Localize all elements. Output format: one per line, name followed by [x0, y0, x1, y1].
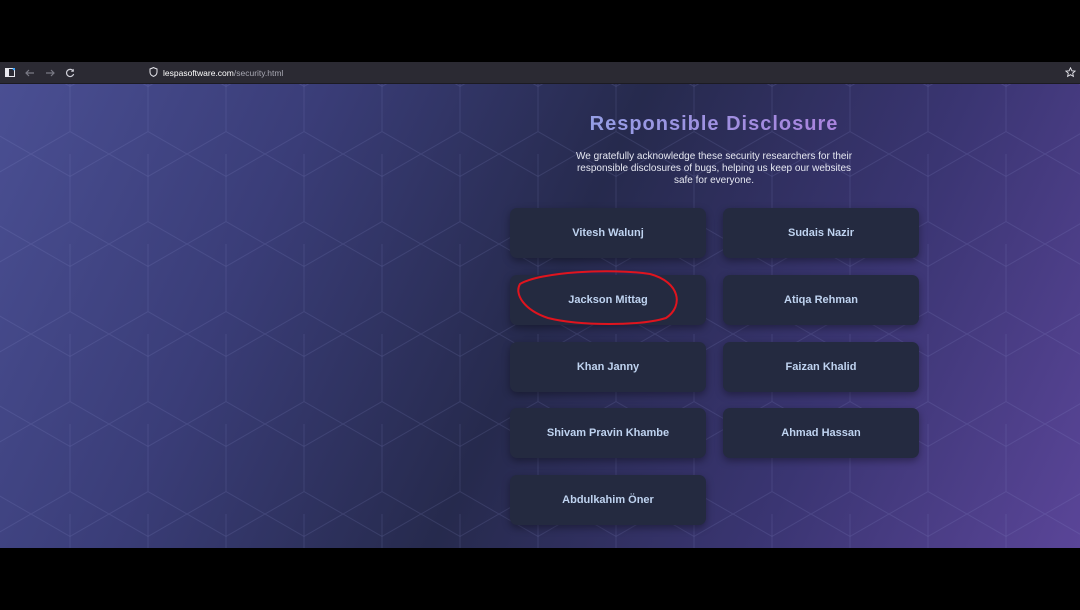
tracking-protection-shield-icon[interactable]: [149, 66, 158, 79]
address-bar[interactable]: lespasoftware.com/security.html: [143, 65, 1073, 80]
forward-arrow-icon[interactable]: [40, 62, 60, 83]
screen-letterbox-top: [0, 0, 1080, 62]
researcher-card[interactable]: Shivam Pravin Khambe: [510, 408, 706, 458]
researcher-card[interactable]: Khan Janny: [510, 342, 706, 392]
url-host: lespasoftware.com: [163, 67, 234, 78]
browser-toolbar: lespasoftware.com/security.html: [0, 62, 1080, 84]
url-path: /security.html: [233, 67, 284, 78]
researcher-card[interactable]: Ahmad Hassan: [723, 408, 919, 458]
reload-icon[interactable]: [60, 62, 80, 83]
back-arrow-icon[interactable]: [20, 62, 40, 83]
sidebar-toggle-icon[interactable]: [0, 62, 20, 83]
researcher-card[interactable]: Sudais Nazir: [723, 208, 919, 258]
researcher-card[interactable]: Vitesh Walunj: [510, 208, 706, 258]
researcher-card[interactable]: Abdulkahim Öner: [510, 475, 706, 525]
security-page: Responsible Disclosure We gratefully ack…: [0, 84, 1080, 548]
researcher-card[interactable]: Atiqa Rehman: [723, 275, 919, 325]
researcher-card[interactable]: Faizan Khalid: [723, 342, 919, 392]
page-subtitle: We gratefully acknowledge these security…: [575, 151, 853, 186]
screen-letterbox-bottom: [0, 548, 1080, 610]
bookmark-star-icon[interactable]: [1064, 65, 1077, 83]
page-title: Responsible Disclosure: [514, 113, 914, 136]
researcher-card[interactable]: Jackson Mittag: [510, 275, 706, 325]
